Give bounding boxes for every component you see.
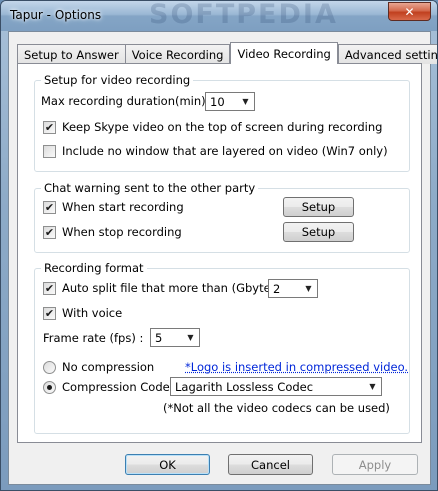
chat-warning-group-title: Chat warning sent to the other party: [41, 181, 259, 195]
no-compression-label[interactable]: No compression: [62, 360, 154, 374]
max-duration-label: Max recording duration(min):: [41, 94, 210, 108]
setup-group: Setup for video recording Max recording …: [34, 73, 410, 172]
close-icon: ✕: [404, 4, 415, 19]
tab-setup-to-answer[interactable]: Setup to Answer: [17, 44, 126, 64]
start-recording-checkbox[interactable]: ✔: [43, 201, 56, 214]
tab-advanced-setting[interactable]: Advanced setting: [337, 44, 437, 64]
tab-voice-recording[interactable]: Voice Recording: [124, 44, 231, 64]
include-no-window-label[interactable]: Include no window that are layered on vi…: [62, 144, 388, 158]
logo-note-link[interactable]: *Logo is inserted in compressed video.: [185, 360, 408, 374]
checkmark-icon: ✔: [44, 282, 55, 295]
chevron-down-icon: ▼: [305, 284, 312, 293]
compression-codec-label[interactable]: Compression Codec: [62, 380, 176, 394]
video-recording-panel: Setup for video recording Max recording …: [17, 63, 422, 443]
compression-codec-radio[interactable]: [43, 381, 56, 394]
codec-note: (*Not all the video codecs can be used): [163, 401, 390, 415]
frame-rate-value: 5: [155, 331, 163, 345]
with-voice-checkbox[interactable]: ✔: [43, 307, 56, 320]
frame-rate-select[interactable]: 5 ▼: [150, 328, 200, 347]
options-window: SOFTPEDIA Tapur - Options ✕ Setup to Ans…: [0, 0, 438, 491]
tab-strip: Setup to Answer Voice Recording Video Re…: [17, 42, 437, 64]
close-button[interactable]: ✕: [388, 2, 431, 21]
auto-split-select[interactable]: 2 ▼: [268, 279, 318, 298]
chevron-down-icon: ▼: [187, 333, 194, 342]
title-bar[interactable]: SOFTPEDIA Tapur - Options ✕: [1, 1, 437, 31]
chevron-down-icon: ▼: [242, 97, 249, 106]
auto-split-value: 2: [273, 282, 281, 296]
chevron-down-icon: ▼: [369, 382, 376, 391]
dialog-client: Setup to Answer Voice Recording Video Re…: [8, 31, 437, 485]
checkmark-icon: ✔: [44, 307, 55, 320]
max-duration-value: 10: [210, 95, 225, 109]
window-title: Tapur - Options: [10, 8, 102, 22]
chat-warning-group: Chat warning sent to the other party ✔ W…: [34, 181, 410, 253]
no-compression-radio[interactable]: [43, 361, 56, 374]
radio-selected-dot: [47, 385, 52, 390]
stop-setup-button[interactable]: Setup: [283, 222, 354, 242]
codec-value: Lagarith Lossless Codec: [175, 380, 314, 394]
start-recording-label[interactable]: When start recording: [62, 200, 184, 214]
stop-recording-checkbox[interactable]: ✔: [43, 226, 56, 239]
apply-button[interactable]: Apply: [332, 454, 418, 475]
setup-group-title: Setup for video recording: [41, 73, 194, 87]
auto-split-checkbox[interactable]: ✔: [43, 282, 56, 295]
frame-rate-label: Frame rate (fps) :: [43, 331, 144, 345]
keep-on-top-label[interactable]: Keep Skype video on the top of screen du…: [62, 120, 382, 134]
cancel-button[interactable]: Cancel: [228, 454, 313, 475]
watermark: SOFTPEDIA: [149, 0, 338, 30]
recording-format-group-title: Recording format: [41, 261, 147, 275]
keep-on-top-checkbox[interactable]: ✔: [43, 121, 56, 134]
include-no-window-checkbox[interactable]: [43, 145, 56, 158]
recording-format-group: Recording format ✔ Auto split file that …: [34, 261, 410, 434]
auto-split-label[interactable]: Auto split file that more than (Gbyte) :: [62, 281, 283, 295]
max-duration-select[interactable]: 10 ▼: [205, 92, 255, 111]
ok-button[interactable]: OK: [125, 454, 210, 475]
start-setup-button[interactable]: Setup: [283, 197, 354, 217]
with-voice-label[interactable]: With voice: [62, 306, 122, 320]
codec-select[interactable]: Lagarith Lossless Codec ▼: [170, 377, 382, 396]
checkmark-icon: ✔: [44, 201, 55, 214]
stop-recording-label[interactable]: When stop recording: [62, 225, 182, 239]
checkmark-icon: ✔: [44, 226, 55, 239]
tab-video-recording[interactable]: Video Recording: [230, 42, 338, 64]
checkmark-icon: ✔: [44, 121, 55, 134]
